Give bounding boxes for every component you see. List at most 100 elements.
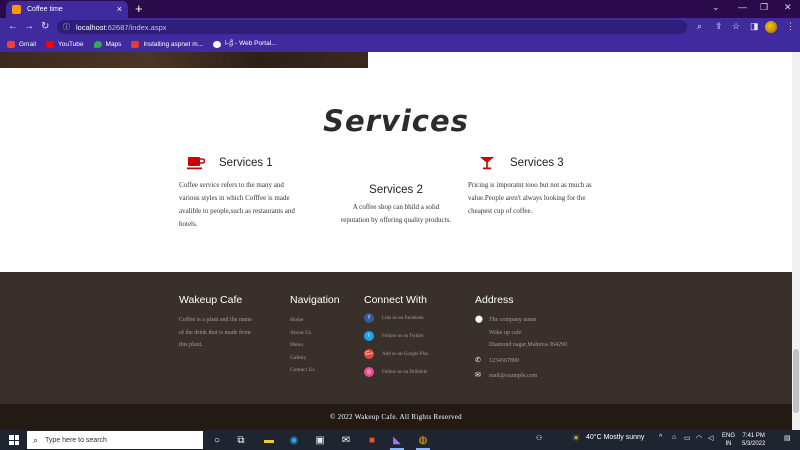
- bookmark-label: ὶ-ශ්‍රී - Web Portal...: [225, 40, 277, 47]
- tab-search-chevron-icon[interactable]: ⌄: [712, 2, 720, 13]
- footer-link-about[interactable]: About Us: [290, 327, 360, 340]
- bookmark-web-portal[interactable]: ὶ-ශ්‍රී - Web Portal...: [213, 40, 277, 48]
- service-card-3: Services 3 Pricing is imporatnt tooo but…: [468, 156, 618, 218]
- visual-studio-icon[interactable]: ◣: [390, 433, 404, 447]
- footer-about-title: Wakeup Cafe: [179, 294, 243, 306]
- file-explorer-icon[interactable]: ▬: [262, 433, 276, 447]
- text-line: this plant.: [179, 342, 203, 348]
- share-icon[interactable]: ⇪: [715, 21, 723, 32]
- footer-navigation-title: Navigation: [290, 294, 340, 306]
- phone-row: ✆ 1234567890: [475, 355, 635, 368]
- text-line: Wake up cafe: [489, 329, 522, 336]
- battery-icon[interactable]: ▭: [684, 434, 691, 442]
- volume-icon[interactable]: ◁: [708, 434, 713, 442]
- people-icon[interactable]: ⚇: [536, 434, 542, 442]
- text-line: reputation by offering quality products.: [340, 216, 452, 224]
- reload-icon[interactable]: ↻: [41, 21, 49, 33]
- edge-icon[interactable]: ◉: [287, 433, 301, 447]
- bookmark-installing-aspnet[interactable]: Installing aspnet m...: [131, 40, 203, 48]
- service-card-1: Services 1 Coffee service refers to the …: [179, 156, 329, 231]
- facebook-link[interactable]: f Like us on Facebook: [364, 309, 469, 327]
- maximize-window-icon[interactable]: ❐: [760, 2, 768, 13]
- text-line: of the drink that is made from: [179, 329, 251, 336]
- notification-center-icon[interactable]: ▤: [784, 434, 791, 442]
- zoom-search-icon[interactable]: ⌕: [697, 21, 702, 32]
- footer-connect: Connect With f Like us on Facebook t Fol…: [364, 294, 469, 381]
- text-line: hotels.: [179, 220, 198, 228]
- page-viewport: Services Services 1 Coffee service refer…: [0, 52, 792, 430]
- chrome-menu-icon[interactable]: ⋮: [786, 21, 795, 32]
- twitter-link[interactable]: t Follow us on Twitter: [364, 327, 469, 345]
- bookmark-label: Gmail: [19, 40, 36, 48]
- windows-start-icon[interactable]: [9, 435, 19, 445]
- bookmark-maps[interactable]: Maps: [93, 40, 121, 48]
- task-view-icon[interactable]: ⧉: [234, 433, 248, 447]
- footer-link-contact[interactable]: Contact Us: [290, 364, 360, 377]
- address-lines: The company name Wake up cafe Diamond na…: [489, 314, 567, 352]
- bookmark-star-icon[interactable]: ☆: [732, 21, 740, 32]
- cocktail-glass-icon: [480, 157, 494, 170]
- chrome-icon[interactable]: ◍: [416, 433, 430, 447]
- office-icon[interactable]: ■: [365, 433, 379, 447]
- copyright-bar: © 2022 Wakeup Cafe. All Rights Reserved: [0, 404, 792, 430]
- text-line: Pricing is imporatnt tooo but not as muc…: [468, 181, 592, 189]
- show-hidden-icons-chevron-icon[interactable]: ^: [659, 434, 662, 441]
- coffee-cup-icon: [187, 157, 205, 170]
- text-line: Coffee is a plant and the name: [179, 317, 252, 323]
- footer-link-home[interactable]: Home: [290, 314, 360, 327]
- services-heading: Services: [323, 104, 469, 138]
- language-code: ENG: [722, 433, 736, 439]
- forward-arrow-icon[interactable]: →: [24, 21, 34, 33]
- footer-about: Wakeup Cafe Coffee is a plant and the na…: [179, 294, 284, 352]
- footer-link-menu[interactable]: Menu: [290, 339, 360, 352]
- browser-tab[interactable]: Coffee time ×: [6, 1, 128, 18]
- phone-icon: ✆: [475, 356, 481, 364]
- mail-icon[interactable]: ✉: [339, 433, 353, 447]
- network-icon[interactable]: ⌂: [672, 434, 676, 441]
- footer-link-gallery[interactable]: Gallery: [290, 352, 360, 365]
- text-line: avalible to people,such as restaurants a…: [179, 207, 295, 215]
- youtube-icon: [45, 40, 54, 48]
- scrollbar-thumb[interactable]: [793, 349, 799, 413]
- url-path: :62687/index.aspx: [105, 22, 167, 32]
- cortana-icon[interactable]: ○: [210, 433, 224, 447]
- service-3-name: Services 3: [510, 157, 564, 169]
- phone-number: 1234567890: [489, 357, 519, 364]
- site-favicon-icon: [12, 5, 21, 14]
- email-address[interactable]: mail@example.com: [489, 370, 537, 383]
- tab-title: Coffee time: [27, 6, 63, 13]
- profile-avatar[interactable]: [765, 21, 777, 33]
- service-card-2: Services 2 A coffee shop can bhild a sol…: [325, 184, 467, 227]
- site-info-icon[interactable]: ⓘ: [63, 22, 70, 32]
- footer-about-text: Coffee is a plant and the name of the dr…: [179, 314, 284, 352]
- weather-sun-icon[interactable]: ☀: [572, 433, 580, 444]
- address-bar[interactable]: ⓘ localhost:62687/index.aspx: [57, 20, 687, 34]
- bookmark-gmail[interactable]: Gmail: [7, 40, 36, 48]
- browser-toolbar: ← → ↻ ⓘ localhost:62687/index.aspx ⌕ ⇪ ☆…: [0, 18, 800, 36]
- social-label: Follow us on Dribbble: [382, 369, 428, 375]
- clock-time: 7:41 PM: [742, 433, 765, 439]
- portal-logo-icon: [213, 40, 222, 48]
- dribbble-link[interactable]: ◎ Follow us on Dribbble: [364, 363, 469, 381]
- wifi-icon[interactable]: ◠: [696, 434, 702, 442]
- twitter-icon: t: [364, 331, 374, 341]
- text-line: A coffee shop can bhild a solid: [352, 203, 440, 211]
- minimize-window-icon[interactable]: —: [738, 2, 747, 12]
- service-1-name: Services 1: [219, 157, 273, 169]
- google-plus-link[interactable]: G+ Add us on Google Plus: [364, 345, 469, 363]
- footer-navigation: Navigation Home About Us Menu Gallery Co…: [290, 294, 360, 377]
- side-panel-icon[interactable]: ◨: [750, 21, 759, 32]
- new-tab-button[interactable]: +: [135, 1, 143, 16]
- back-arrow-icon[interactable]: ←: [8, 21, 18, 33]
- bookmark-youtube[interactable]: YouTube: [45, 40, 84, 48]
- tab-close-icon[interactable]: ×: [117, 5, 122, 14]
- language-indicator[interactable]: ENG IN: [722, 432, 735, 448]
- close-window-icon[interactable]: ✕: [784, 2, 792, 13]
- system-clock[interactable]: 7:41 PM 5/3/2022: [742, 432, 765, 448]
- weather-text[interactable]: 40°C Mostly sunny: [586, 434, 644, 441]
- taskbar-search-box[interactable]: ⌕ Type here to search: [27, 431, 203, 449]
- text-line: various styles in which Cofffee is made: [179, 194, 290, 202]
- store-icon[interactable]: ▣: [313, 433, 327, 447]
- page-scrollbar[interactable]: [792, 52, 800, 430]
- maps-pin-icon: [93, 40, 102, 48]
